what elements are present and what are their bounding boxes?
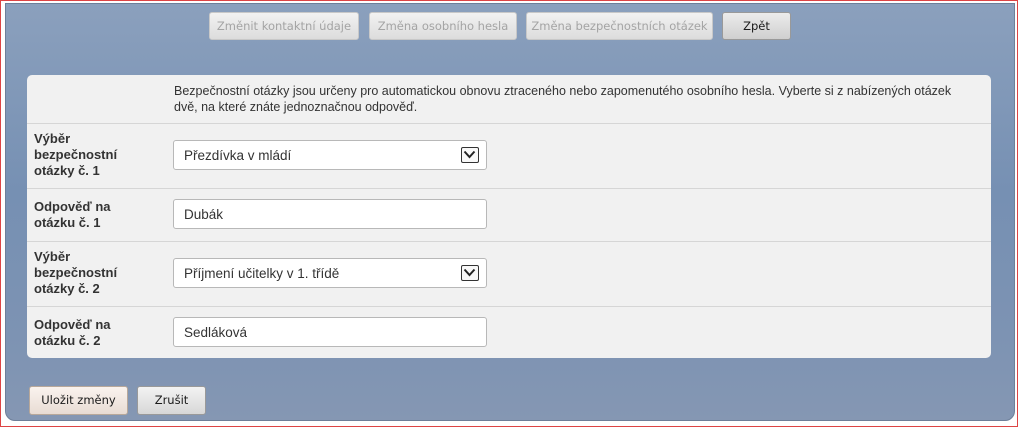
question-2-selected-value: Příjmení učitelky v 1. třídě xyxy=(184,266,340,281)
chevron-down-icon[interactable] xyxy=(461,147,479,163)
question-1-label: Výběr bezpečnostní otázky č. 1 xyxy=(34,131,118,178)
answer-2-input[interactable]: Sedláková xyxy=(173,317,487,347)
window-frame: Změnit kontaktní údaje Změna osobního he… xyxy=(0,0,1018,427)
save-changes-button[interactable]: Uložit změny xyxy=(29,386,128,415)
question-1-select[interactable]: Přezdívka v mládí xyxy=(173,140,487,170)
question-2-select[interactable]: Příjmení učitelky v 1. třídě xyxy=(173,258,487,288)
answer-1-value: Dubák xyxy=(184,207,224,222)
question-2-row: Výběr bezpečnostní otázky č. 2 Příjmení … xyxy=(27,241,991,306)
answer-2-row: Odpověď na otázku č. 2 Sedláková xyxy=(27,306,991,359)
answer-2-value: Sedláková xyxy=(184,325,248,340)
question-2-label: Výběr bezpečnostní otázky č. 2 xyxy=(34,249,118,296)
tab-bar: Změnit kontaktní údaje Změna osobního he… xyxy=(6,12,1014,42)
answer-1-row: Odpověď na otázku č. 1 Dubák xyxy=(27,188,991,241)
security-questions-form: Bezpečnostní otázky jsou určeny pro auto… xyxy=(27,75,991,358)
tab-change-contact-details: Změnit kontaktní údaje xyxy=(209,12,359,40)
cancel-button[interactable]: Zrušit xyxy=(137,386,206,415)
settings-panel: Změnit kontaktní údaje Změna osobního he… xyxy=(5,3,1015,421)
back-button[interactable]: Zpět xyxy=(722,12,791,40)
answer-1-input[interactable]: Dubák xyxy=(173,199,487,229)
answer-2-label: Odpověď na otázku č. 2 xyxy=(34,317,111,348)
intro-text: Bezpečnostní otázky jsou určeny pro auto… xyxy=(174,84,952,114)
answer-1-label: Odpověď na otázku č. 1 xyxy=(34,199,111,230)
question-1-selected-value: Přezdívka v mládí xyxy=(184,148,292,163)
question-1-row: Výběr bezpečnostní otázky č. 1 Přezdívka… xyxy=(27,123,991,188)
tab-change-personal-password: Změna osobního hesla xyxy=(369,12,517,40)
tab-change-security-questions: Změna bezpečnostních otázek xyxy=(526,12,713,40)
chevron-down-icon[interactable] xyxy=(461,265,479,281)
